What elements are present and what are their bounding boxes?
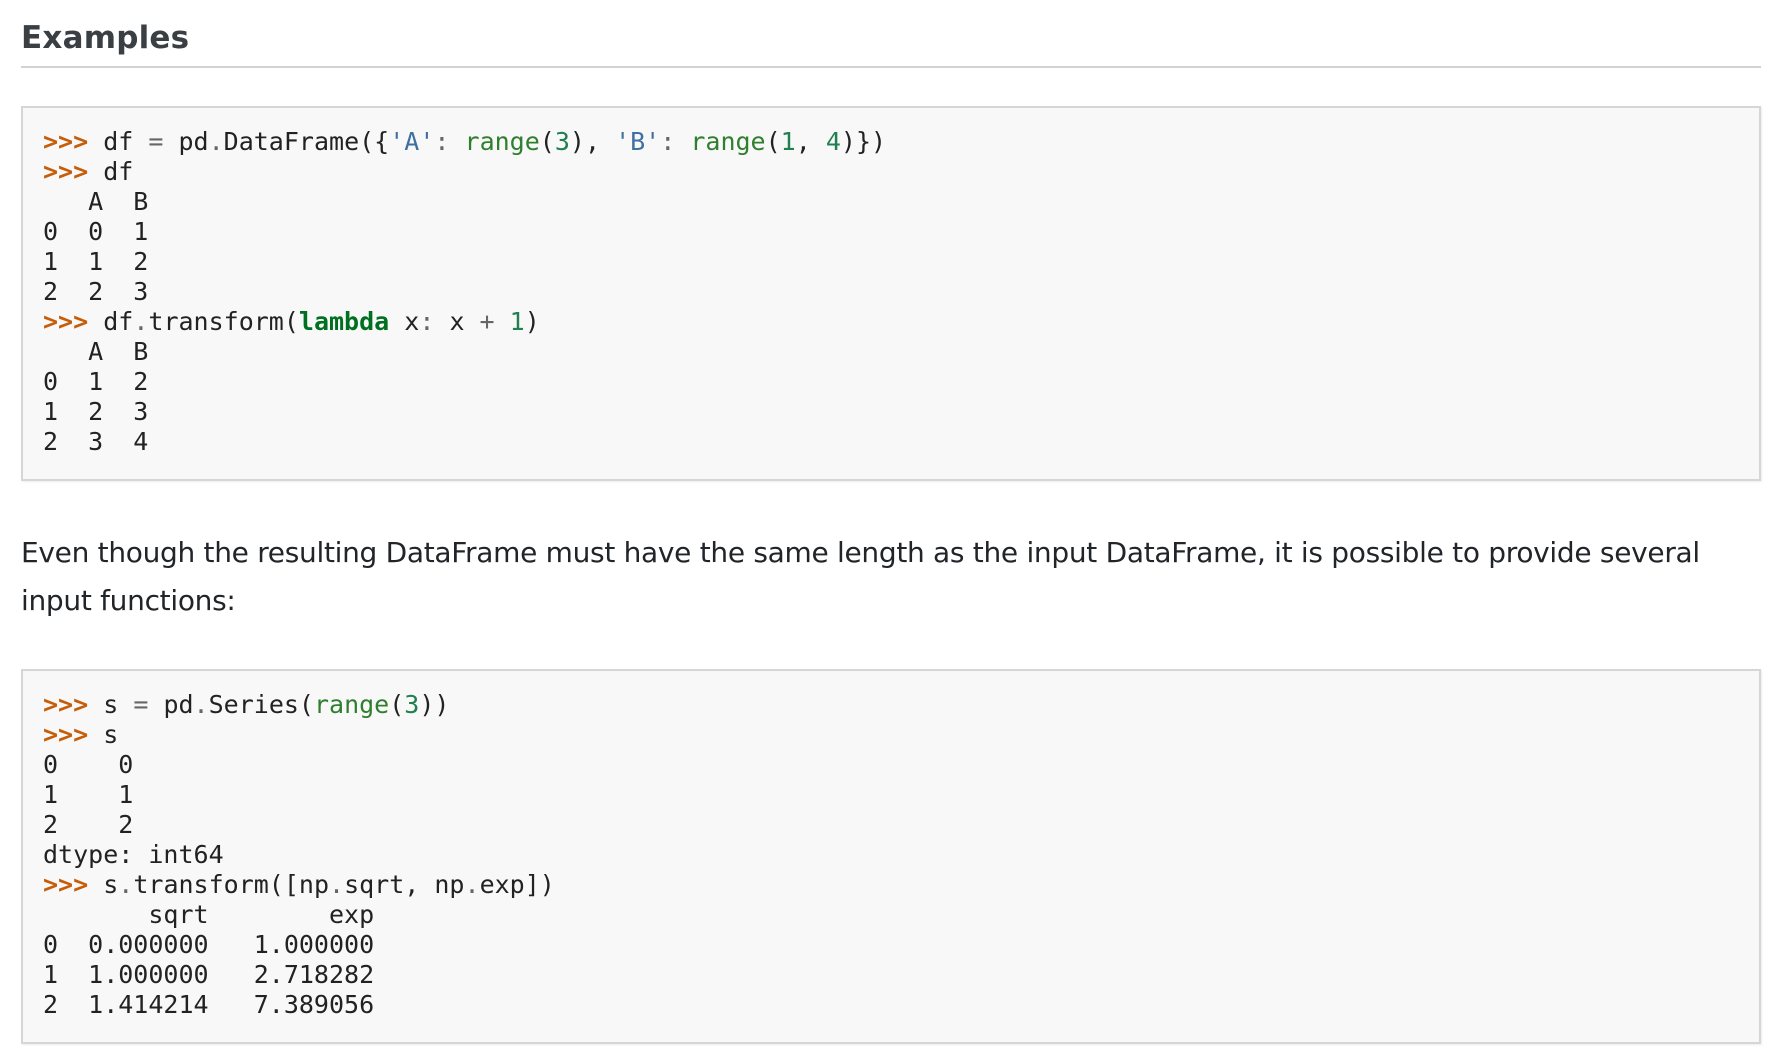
code-line: 2 1.414214 7.389056 [43,990,375,1019]
code-example-dataframe: >>> df = pd.DataFrame({'A': range(3), 'B… [21,106,1761,481]
title-divider [21,66,1761,68]
code-line: 1 1 [43,780,134,809]
prompt-marker: >>> [43,870,89,899]
code-line: 0 1 2 [43,367,149,396]
code-line: 2 2 [43,810,134,839]
code-line: A B [43,187,149,216]
code-example-series: >>> s = pd.Series(range(3)) >>> s 0 0 1 … [21,669,1761,1044]
code-line: >>> s.transform([np.sqrt, np.exp]) [43,870,555,899]
section-title: Examples [21,20,190,56]
prompt-marker: >>> [43,690,89,719]
code-line: 2 3 4 [43,427,149,456]
code-line: >>> s [43,720,119,749]
code-line: >>> df.transform(lambda x: x + 1) [43,307,540,336]
code-line: >>> s = pd.Series(range(3)) [43,690,450,719]
prompt-marker: >>> [43,157,89,186]
prompt-marker: >>> [43,127,89,156]
code-line: dtype: int64 [43,840,224,869]
code-line: A B [43,337,149,366]
code-line: 1 1.000000 2.718282 [43,960,375,989]
code-line: 2 2 3 [43,277,149,306]
code-line: 0 0 [43,750,134,779]
examples-section: Examples >>> df = pd.DataFrame({'A': ran… [21,0,1761,1044]
prompt-marker: >>> [43,720,89,749]
code-line: sqrt exp [43,900,375,929]
code-line: 1 1 2 [43,247,149,276]
code-line: 1 2 3 [43,397,149,426]
code-line: >>> df = pd.DataFrame({'A': range(3), 'B… [43,127,887,156]
code-listing: >>> df = pd.DataFrame({'A': range(3), 'B… [43,127,1739,457]
explanation-paragraph: Even though the resulting DataFrame must… [21,536,1700,617]
code-line: 0 0.000000 1.000000 [43,930,375,959]
code-listing: >>> s = pd.Series(range(3)) >>> s 0 0 1 … [43,690,1739,1020]
code-line: >>> df [43,157,134,186]
code-line: 0 0 1 [43,217,149,246]
prompt-marker: >>> [43,307,89,336]
